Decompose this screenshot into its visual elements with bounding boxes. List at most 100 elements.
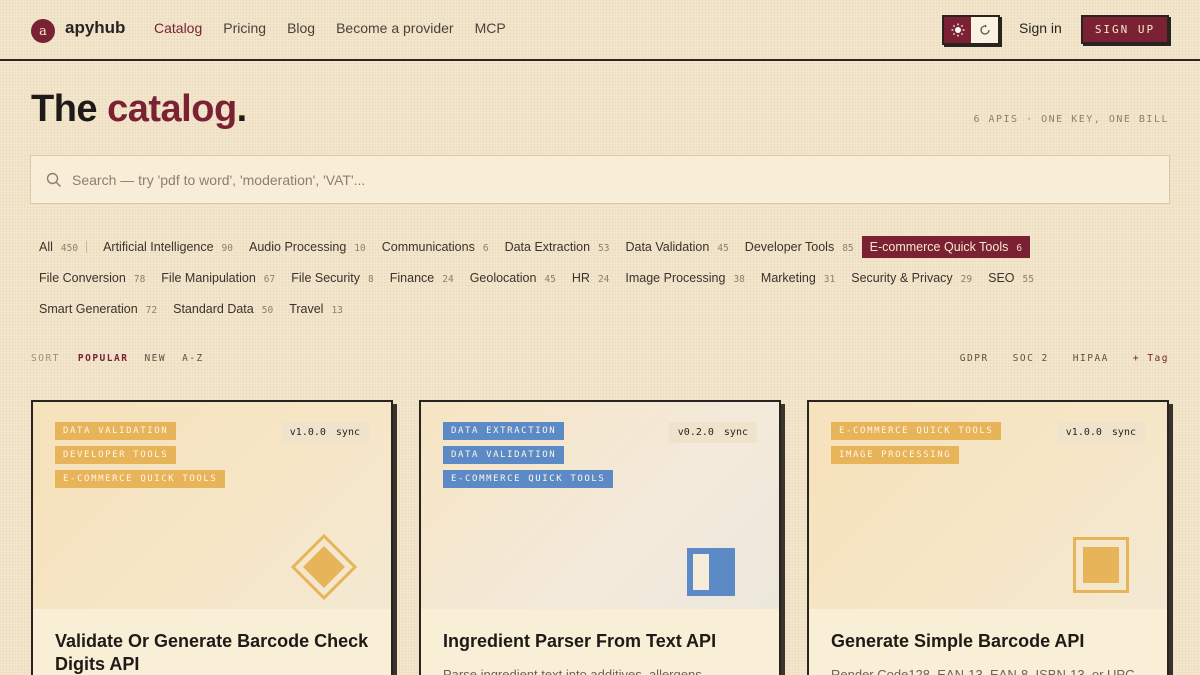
card-tag[interactable]: DATA VALIDATION	[55, 422, 177, 440]
api-card[interactable]: DATA EXTRACTION DATA VALIDATION E-COMMER…	[419, 400, 781, 675]
category-label: Smart Generation	[39, 301, 138, 316]
tag-filter-hipaa[interactable]: HIPAA	[1073, 353, 1109, 364]
category-count: 45	[717, 242, 729, 254]
card-description: Parse ingredient text into additives, al…	[443, 667, 702, 675]
nav-blog[interactable]: Blog	[287, 20, 315, 36]
category-chip[interactable]: Standard Data 50	[165, 298, 281, 320]
version-badge: v1.0.0 sync	[280, 422, 369, 443]
category-count: 6	[1016, 242, 1023, 254]
category-label: SEO	[988, 270, 1015, 285]
category-label: Developer Tools	[744, 239, 835, 254]
diamond-icon	[291, 534, 357, 600]
card-tag[interactable]: E-COMMERCE QUICK TOOLS	[55, 470, 226, 488]
category-chip[interactable]: File Conversion 78	[31, 267, 153, 289]
page-title: The catalog.	[31, 88, 247, 131]
nav-become-provider[interactable]: Become a provider	[336, 20, 454, 36]
main-nav: Catalog Pricing Blog Become a provider M…	[154, 20, 506, 36]
category-count: 10	[354, 242, 366, 254]
card-tag[interactable]: IMAGE PROCESSING	[831, 446, 960, 464]
category-count: 450	[60, 242, 79, 254]
sort-popular[interactable]: POPULAR	[78, 353, 129, 364]
category-label: Data Extraction	[504, 239, 591, 254]
category-chip[interactable]: Data Validation 45	[617, 236, 736, 258]
api-card[interactable]: E-COMMERCE QUICK TOOLS IMAGE PROCESSING …	[807, 400, 1169, 675]
category-chip[interactable]: File Manipulation 67	[153, 267, 283, 289]
card-title[interactable]: Ingredient Parser From Text API	[443, 630, 763, 653]
tag-filter-gdpr[interactable]: GDPR	[960, 353, 989, 364]
search-bar[interactable]	[30, 155, 1170, 204]
category-label: File Conversion	[39, 270, 126, 285]
category-chip[interactable]: Developer Tools 85	[737, 236, 862, 258]
square-in-square-icon	[1073, 537, 1129, 593]
nav-catalog[interactable]: Catalog	[154, 20, 202, 36]
title-prefix: The	[31, 88, 108, 130]
category-label: Data Validation	[625, 239, 710, 254]
version-badge: v0.2.0 sync	[668, 422, 757, 443]
api-count-label: 6 APIS · ONE KEY, ONE BILL	[973, 114, 1169, 125]
sun-icon[interactable]	[944, 17, 971, 43]
category-chip[interactable]: Artificial Intelligence 90	[95, 236, 241, 258]
category-filter: All 450 Artificial Intelligence 90 Audio Pro…	[31, 231, 1171, 324]
card-tag[interactable]: E-COMMERCE QUICK TOOLS	[443, 470, 614, 488]
category-chip[interactable]: Communications 6	[374, 236, 497, 258]
category-row: File Conversion 78 File Manipulation 67 File…	[31, 262, 1171, 293]
version-number: v1.0.0	[289, 427, 326, 438]
version-mode: sync	[335, 427, 360, 438]
category-chip[interactable]: Travel 13	[281, 298, 351, 320]
card-tag[interactable]: DATA VALIDATION	[443, 446, 565, 464]
category-label: Travel	[289, 301, 324, 316]
theme-toggle[interactable]	[942, 15, 1000, 45]
card-tag[interactable]: E-COMMERCE QUICK TOOLS	[831, 422, 1002, 440]
category-label: Communications	[381, 239, 475, 254]
category-divider	[86, 240, 88, 253]
category-chip[interactable]: HR 24	[564, 267, 618, 289]
nav-pricing[interactable]: Pricing	[223, 20, 266, 36]
tag-filter-soc2[interactable]: SOC 2	[1013, 353, 1049, 364]
category-count: 24	[442, 273, 454, 285]
category-count: 53	[598, 242, 610, 254]
category-label: File Security	[291, 270, 361, 285]
sort-bar: SORT POPULAR NEW A-Z GDPR SOC 2 HIPAA + …	[31, 353, 1169, 364]
sort-a-z[interactable]: A-Z	[182, 353, 204, 364]
category-count: 29	[960, 273, 973, 285]
add-tag-button[interactable]: + Tag	[1133, 353, 1169, 364]
category-chip[interactable]: Finance 24	[382, 267, 462, 289]
category-chip[interactable]: Marketing 31	[753, 267, 843, 289]
category-chip[interactable]: Smart Generation 72	[31, 298, 165, 320]
category-chip[interactable]: Image Processing 38	[617, 267, 753, 289]
card-description: Render Code128, EAN-13, EAN-8, ISBN-13, …	[831, 667, 1139, 675]
sort-new[interactable]: NEW	[144, 353, 166, 364]
sign-up-button[interactable]: SIGN UP	[1081, 15, 1169, 44]
category-count: 55	[1022, 273, 1034, 285]
category-count: 67	[263, 273, 276, 285]
category-row: Smart Generation 72 Standard Data 50 Travel 1…	[31, 293, 1171, 324]
api-card[interactable]: DATA VALIDATION DEVELOPER TOOLS E-COMMER…	[31, 400, 393, 675]
card-title[interactable]: Generate Simple Barcode API	[831, 630, 1151, 653]
category-chip[interactable]: Audio Processing 10	[241, 236, 374, 258]
category-label: Artificial Intelligence	[103, 239, 214, 254]
category-count: 13	[331, 304, 343, 316]
brand-name[interactable]: apyhub	[65, 18, 125, 38]
card-tag[interactable]: DEVELOPER TOOLS	[55, 446, 177, 464]
version-number: v0.2.0	[677, 427, 714, 438]
card-title[interactable]: Validate Or Generate Barcode Check Digit…	[55, 630, 375, 675]
category-label: E-commerce Quick Tools	[869, 239, 1009, 254]
sign-in-link[interactable]: Sign in	[1019, 20, 1062, 36]
category-chip[interactable]: Data Extraction 53	[497, 236, 618, 258]
category-chip[interactable]: File Security 8	[283, 267, 382, 289]
category-chip[interactable]: Security & Privacy 29	[843, 267, 980, 289]
category-chip[interactable]: E-commerce Quick Tools 6	[861, 235, 1031, 258]
auto-theme-icon[interactable]	[971, 17, 998, 43]
logo-icon[interactable]: a	[31, 19, 55, 43]
search-input[interactable]	[72, 171, 1169, 188]
category-label: Security & Privacy	[851, 270, 953, 285]
version-number: v1.0.0	[1065, 427, 1102, 438]
category-chip[interactable]: Geolocation 45	[462, 267, 564, 289]
category-chip[interactable]: SEO 55	[980, 267, 1042, 289]
nav-mcp[interactable]: MCP	[475, 20, 506, 36]
category-chip[interactable]: All 450	[31, 236, 86, 258]
category-label: Audio Processing	[249, 239, 347, 254]
category-label: Geolocation	[469, 270, 537, 285]
category-count: 78	[133, 273, 146, 285]
card-tag[interactable]: DATA EXTRACTION	[443, 422, 565, 440]
